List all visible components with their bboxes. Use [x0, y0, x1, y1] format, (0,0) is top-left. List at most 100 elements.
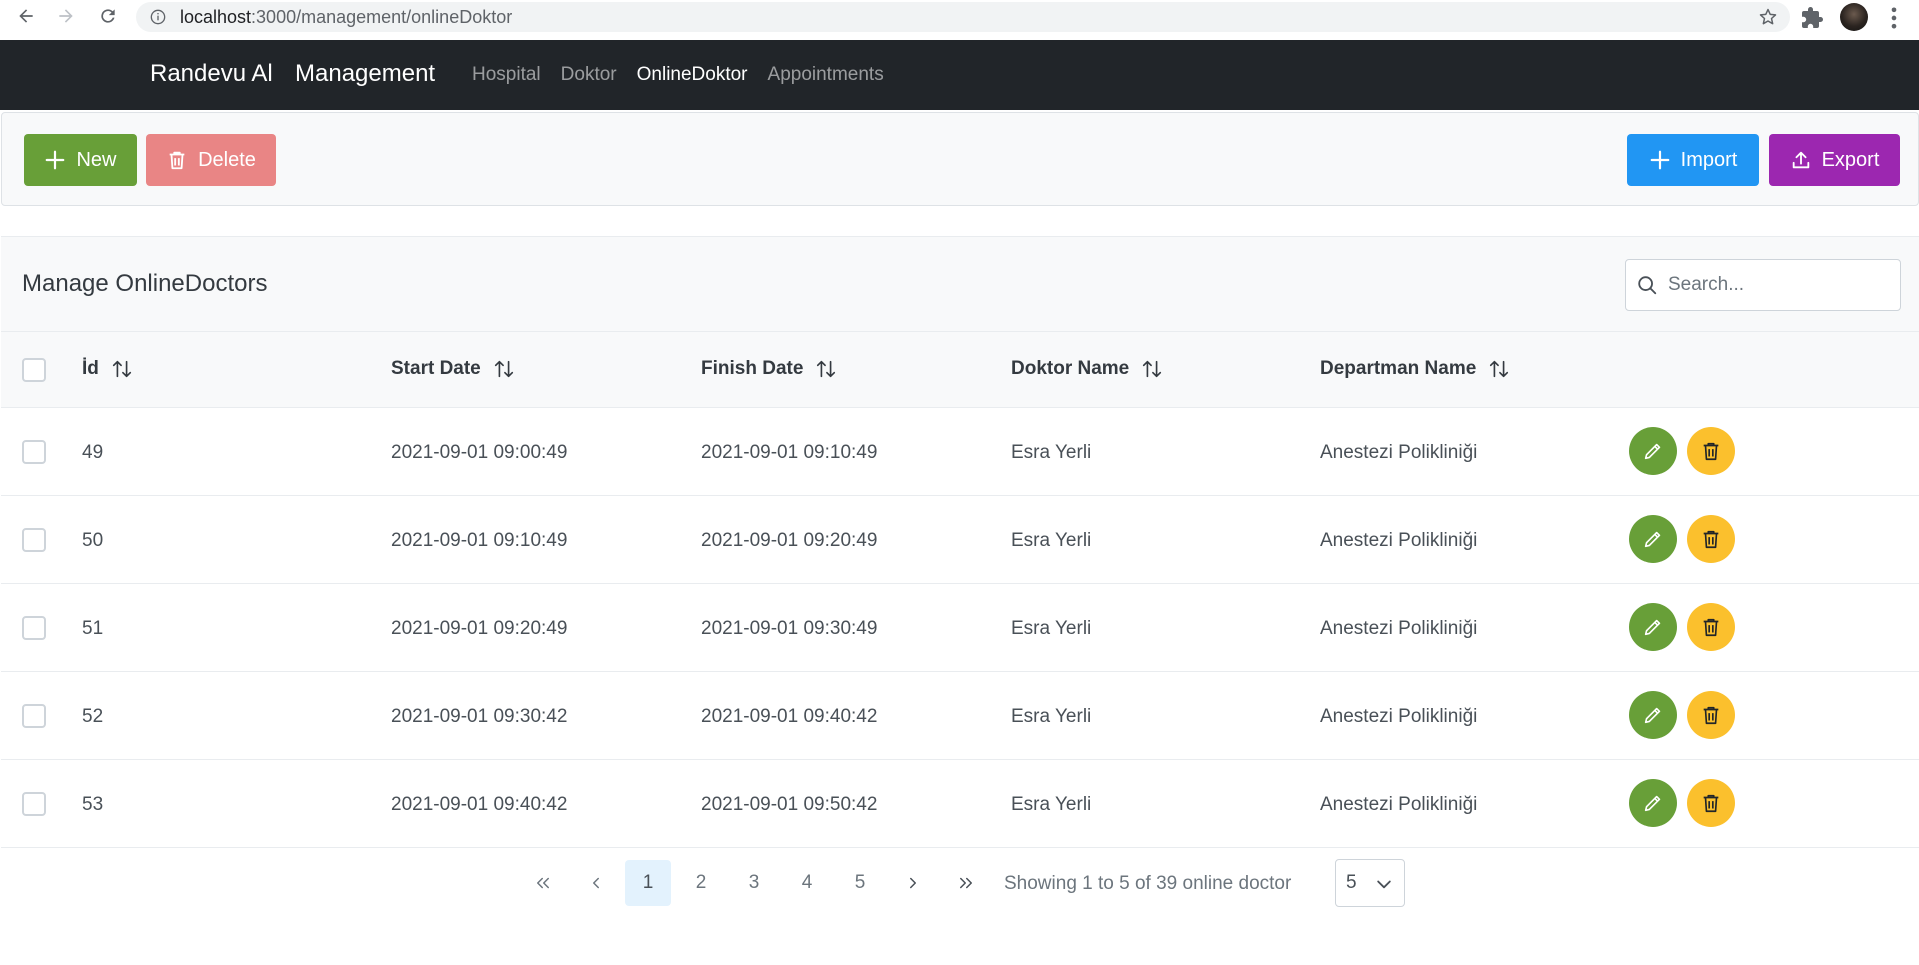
delete-button-label: Delete — [198, 148, 256, 171]
cell-start-date: 2021-09-01 09:00:49 — [391, 442, 568, 463]
chevrons-right-icon — [960, 877, 972, 889]
edit-row-button[interactable] — [1629, 603, 1677, 651]
chevrons-left-icon — [537, 877, 549, 889]
kebab-menu-icon[interactable] — [1880, 4, 1908, 32]
back-arrow-icon — [19, 9, 33, 23]
bookmark-star-icon[interactable] — [1758, 7, 1778, 27]
plus-icon — [46, 150, 65, 170]
upload-icon — [1792, 151, 1809, 169]
url-host: localhost — [180, 6, 252, 27]
cell-departman-name: Anestezi Polikliniği — [1320, 618, 1478, 639]
table-row[interactable]: 50 2021-09-01 09:10:49 2021-09-01 09:20:… — [1, 496, 1919, 584]
management-link[interactable]: Management — [295, 60, 435, 88]
delete-button[interactable]: Delete — [146, 134, 276, 186]
table-row[interactable]: 53 2021-09-01 09:40:42 2021-09-01 09:50:… — [1, 760, 1919, 848]
chevron-left-icon — [593, 877, 599, 889]
forward-button[interactable] — [48, 0, 84, 34]
trash-icon — [1703, 530, 1719, 549]
table-row[interactable]: 51 2021-09-01 09:20:49 2021-09-01 09:30:… — [1, 584, 1919, 672]
row-checkbox[interactable] — [22, 704, 46, 728]
delete-row-button[interactable] — [1687, 515, 1735, 563]
url-path: :3000/management/onlineDoktor — [251, 6, 513, 27]
cell-id: 50 — [82, 530, 104, 551]
cell-id: 51 — [82, 618, 104, 639]
back-button[interactable] — [8, 0, 44, 34]
search-icon — [1638, 276, 1657, 295]
profile-avatar[interactable] — [1840, 3, 1868, 31]
trash-icon — [169, 151, 185, 170]
last-page-button[interactable] — [943, 860, 989, 906]
cell-finish-date: 2021-09-01 09:30:49 — [701, 618, 878, 639]
row-checkbox[interactable] — [22, 528, 46, 552]
edit-row-button[interactable] — [1629, 515, 1677, 563]
table-row[interactable]: 52 2021-09-01 09:30:42 2021-09-01 09:40:… — [1, 672, 1919, 760]
new-button[interactable]: New — [24, 134, 137, 186]
column-header-label: Doktor Name — [1011, 358, 1130, 379]
cell-finish-date: 2021-09-01 09:50:42 — [701, 794, 878, 815]
delete-row-button[interactable] — [1687, 603, 1735, 651]
trash-icon — [1703, 794, 1719, 813]
trash-icon — [1703, 442, 1719, 461]
cell-doktor-name: Esra Yerli — [1011, 706, 1092, 727]
row-checkbox[interactable] — [22, 792, 46, 816]
column-header-finish-date[interactable]: Finish Date — [701, 358, 837, 380]
column-header-doktor-name[interactable]: Doktor Name — [1011, 358, 1163, 380]
page-button-4[interactable]: 4 — [784, 860, 830, 906]
column-header-id[interactable]: İd — [82, 358, 133, 380]
column-header-departman-name[interactable]: Departman Name — [1320, 358, 1510, 380]
rows-per-page-value: 5 — [1346, 872, 1357, 893]
select-all-checkbox[interactable] — [22, 358, 46, 382]
sort-icon — [494, 360, 513, 378]
delete-row-button[interactable] — [1687, 691, 1735, 739]
info-icon[interactable] — [150, 9, 166, 25]
edit-row-button[interactable] — [1629, 779, 1677, 827]
edit-row-button[interactable] — [1629, 427, 1677, 475]
nav-link-hospital[interactable]: Hospital — [472, 64, 541, 86]
cell-id: 49 — [82, 442, 104, 463]
data-table: Manage OnlineDoctors İd Start Date Finis… — [1, 236, 1919, 922]
delete-row-button[interactable] — [1687, 779, 1735, 827]
table-row[interactable]: 49 2021-09-01 09:00:49 2021-09-01 09:10:… — [1, 408, 1919, 496]
import-button[interactable]: Import — [1627, 134, 1759, 186]
plus-icon — [1650, 150, 1670, 170]
cell-departman-name: Anestezi Polikliniği — [1320, 442, 1478, 463]
column-header-label: Departman Name — [1320, 358, 1477, 379]
nav-link-onlinedoktor[interactable]: OnlineDoktor — [637, 64, 748, 86]
table-column-headers: İd Start Date Finish Date Doktor Name De… — [1, 332, 1919, 408]
address-bar[interactable]: localhost:3000/management/onlineDoktor — [136, 2, 1790, 32]
cell-start-date: 2021-09-01 09:10:49 — [391, 530, 568, 551]
pencil-icon — [1644, 795, 1661, 812]
delete-row-button[interactable] — [1687, 427, 1735, 475]
cell-departman-name: Anestezi Polikliniği — [1320, 530, 1478, 551]
pencil-icon — [1644, 619, 1661, 636]
page-button-1[interactable]: 1 — [625, 860, 671, 906]
export-button[interactable]: Export — [1769, 134, 1900, 186]
cell-start-date: 2021-09-01 09:30:42 — [391, 706, 568, 727]
column-header-start-date[interactable]: Start Date — [391, 358, 515, 380]
row-checkbox[interactable] — [22, 616, 46, 640]
trash-icon — [1703, 706, 1719, 725]
page-button-5[interactable]: 5 — [837, 860, 883, 906]
prev-page-button[interactable] — [573, 860, 619, 906]
cell-start-date: 2021-09-01 09:20:49 — [391, 618, 568, 639]
brand-link[interactable]: Randevu Al — [150, 60, 273, 88]
search-input[interactable] — [1668, 274, 1888, 296]
search-box[interactable] — [1625, 259, 1901, 311]
column-header-label: Start Date — [391, 358, 481, 379]
nav-link-appointments[interactable]: Appointments — [768, 64, 884, 86]
cell-finish-date: 2021-09-01 09:10:49 — [701, 442, 878, 463]
rows-per-page-dropdown[interactable]: 5 — [1335, 859, 1405, 907]
next-page-button[interactable] — [890, 860, 936, 906]
first-page-button[interactable] — [520, 860, 566, 906]
reload-button[interactable] — [90, 0, 126, 34]
cell-finish-date: 2021-09-01 09:40:42 — [701, 706, 878, 727]
page-button-3[interactable]: 3 — [731, 860, 777, 906]
page-button-2[interactable]: 2 — [678, 860, 724, 906]
cell-doktor-name: Esra Yerli — [1011, 442, 1092, 463]
import-button-label: Import — [1680, 148, 1738, 171]
edit-row-button[interactable] — [1629, 691, 1677, 739]
row-checkbox[interactable] — [22, 440, 46, 464]
nav-link-doktor[interactable]: Doktor — [561, 64, 617, 86]
column-header-label: İd — [82, 358, 99, 379]
extensions-puzzle-icon[interactable] — [1800, 6, 1824, 30]
